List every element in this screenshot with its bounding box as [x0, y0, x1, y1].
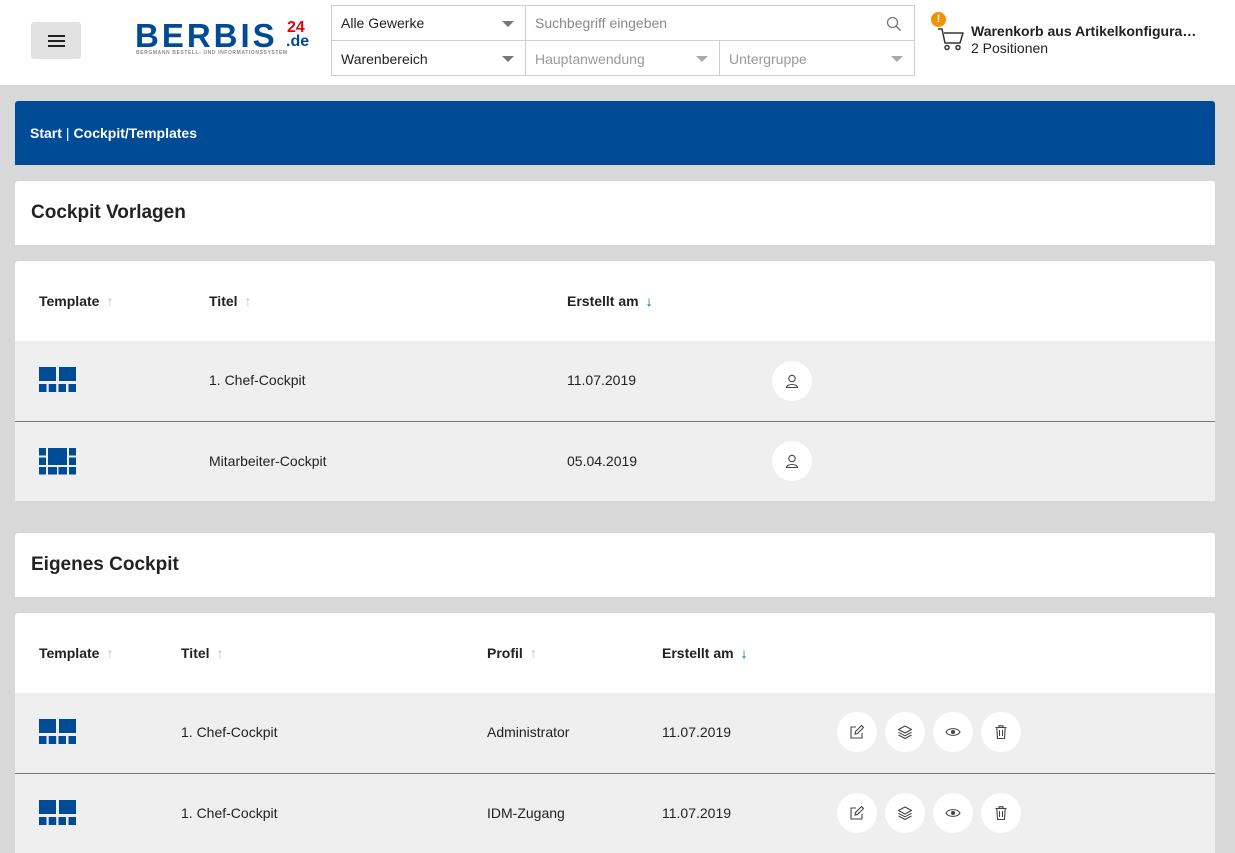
user-icon: [785, 454, 799, 469]
trash-icon: [995, 725, 1007, 740]
warenbereich-select-value: Warenbereich: [341, 50, 428, 67]
cell-erstellt: 11.07.2019: [662, 805, 732, 821]
logo-tld: .de: [286, 33, 310, 50]
hauptanwendung-placeholder: Hauptanwendung: [535, 50, 645, 67]
cell-profil: IDM-Zugang: [487, 805, 565, 821]
layout-2-large-4-small-icon: [39, 800, 76, 825]
layout-2-large-4-small-icon: [39, 719, 76, 744]
table-row[interactable]: 1. Chef-Cockpit 11.07.2019: [15, 341, 1215, 421]
top-header: BERBIS 24 .de BERGMANN BESTELL- UND INFO…: [0, 0, 1235, 85]
layers-icon: [897, 725, 913, 740]
layout-2-large-4-small-icon: [39, 367, 76, 392]
cell-titel: Mitarbeiter-Cockpit: [209, 453, 327, 469]
column-header-erstellt[interactable]: Erstellt am ↓: [567, 293, 653, 309]
column-header-template[interactable]: Template ↑: [39, 293, 113, 309]
edit-button[interactable]: [837, 793, 877, 833]
layers-icon: [897, 806, 913, 821]
search-input[interactable]: Suchbegriff eingeben: [526, 6, 914, 41]
column-header-titel[interactable]: Titel ↑: [181, 645, 224, 661]
berbis-logo[interactable]: BERBIS 24 .de BERGMANN BESTELL- UND INFO…: [135, 17, 313, 62]
chevron-down-icon: [502, 56, 514, 62]
breadcrumb-separator: |: [65, 125, 70, 141]
layout-grid-center-icon: [39, 448, 76, 475]
search-icon[interactable]: [886, 16, 902, 32]
layers-button[interactable]: [885, 793, 925, 833]
preview-button[interactable]: [933, 712, 973, 752]
table-row[interactable]: 1. Chef-Cockpit Administrator 11.07.2019: [15, 693, 1215, 773]
edit-icon: [850, 805, 865, 820]
cell-titel: 1. Chef-Cockpit: [209, 372, 306, 388]
untergruppe-select[interactable]: Untergruppe: [720, 41, 914, 76]
sort-arrow-up-icon: ↑: [106, 645, 114, 661]
sort-arrow-up-icon: ↑: [216, 645, 224, 661]
search-input-placeholder: Suchbegriff eingeben: [535, 15, 668, 31]
gewerke-select[interactable]: Alle Gewerke: [332, 6, 526, 41]
user-icon: [785, 374, 799, 389]
section-title-vorlagen: Cockpit Vorlagen: [15, 181, 1215, 245]
cart-warning-badge: !: [931, 12, 946, 27]
assign-user-button[interactable]: [772, 361, 812, 401]
hamburger-bar: [47, 39, 65, 42]
eye-icon: [945, 728, 961, 736]
column-header-titel[interactable]: Titel ↑: [209, 293, 252, 309]
delete-button[interactable]: [981, 712, 1021, 752]
edit-button[interactable]: [837, 712, 877, 752]
sort-arrow-up-icon: ↑: [244, 293, 252, 309]
layers-button[interactable]: [885, 712, 925, 752]
column-header-template[interactable]: Template ↑: [39, 645, 113, 661]
sort-arrow-down-icon: ↓: [740, 645, 748, 661]
preview-button[interactable]: [933, 793, 973, 833]
column-header-label: Erstellt am: [567, 293, 639, 309]
cart-positions: 2 Positionen: [971, 40, 1049, 56]
edit-icon: [850, 724, 865, 739]
column-header-label: Erstellt am: [662, 645, 734, 661]
column-header-label: Profil: [487, 645, 523, 661]
logo-wordmark: BERBIS: [135, 17, 278, 54]
sort-arrow-down-icon: ↓: [645, 293, 653, 309]
table-row[interactable]: 1. Chef-Cockpit IDM-Zugang 11.07.2019: [15, 773, 1215, 853]
eigenes-table-header: Template ↑ Titel ↑ Profil ↑ Erstellt am …: [15, 613, 1215, 693]
column-header-label: Template: [39, 293, 100, 309]
cell-profil: Administrator: [487, 724, 570, 740]
untergruppe-placeholder: Untergruppe: [729, 50, 807, 67]
hauptanwendung-select[interactable]: Hauptanwendung: [526, 41, 720, 76]
section-title-eigenes: Eigenes Cockpit: [15, 533, 1215, 597]
column-header-label: Template: [39, 645, 100, 661]
cell-erstellt: 11.07.2019: [567, 372, 637, 388]
breadcrumb: Start | Cockpit/Templates: [15, 101, 1215, 165]
delete-button[interactable]: [981, 793, 1021, 833]
sort-arrow-up-icon: ↑: [529, 645, 537, 661]
logo-subtitle: BERGMANN BESTELL- UND INFORMATIONSSYSTEM: [136, 50, 288, 56]
cell-titel: 1. Chef-Cockpit: [181, 724, 278, 740]
cell-erstellt: 11.07.2019: [662, 724, 732, 740]
shopping-cart-icon: [938, 28, 964, 51]
vorlagen-table-header: Template ↑ Titel ↑ Erstellt am ↓: [15, 261, 1215, 341]
assign-user-button[interactable]: [772, 441, 812, 481]
trash-icon: [995, 806, 1007, 821]
chevron-down-icon: [696, 56, 708, 62]
chevron-down-icon: [502, 21, 514, 27]
column-header-label: Titel: [181, 645, 210, 661]
breadcrumb-home[interactable]: Start: [30, 125, 62, 141]
hamburger-bar: [47, 34, 65, 37]
sort-arrow-up-icon: ↑: [106, 293, 114, 309]
gewerke-select-value: Alle Gewerke: [341, 15, 425, 31]
warenbereich-select[interactable]: Warenbereich: [332, 41, 526, 76]
cell-erstellt: 05.04.2019: [567, 453, 638, 469]
column-header-profil[interactable]: Profil ↑: [487, 645, 537, 661]
column-header-erstellt[interactable]: Erstellt am ↓: [662, 645, 748, 661]
cart-title: Warenkorb aus Artikelkonfigurati...: [971, 23, 1199, 39]
hamburger-bar: [47, 44, 65, 47]
table-row[interactable]: Mitarbeiter-Cockpit 05.04.2019: [15, 421, 1215, 501]
eye-icon: [945, 809, 961, 817]
column-header-label: Titel: [209, 293, 238, 309]
product-search-panel: Alle Gewerke Suchbegriff eingeben Warenb…: [331, 5, 915, 76]
breadcrumb-current: Cockpit/Templates: [73, 125, 197, 141]
cell-titel: 1. Chef-Cockpit: [181, 805, 278, 821]
cart-widget[interactable]: ! Warenkorb aus Artikelkonfigurati... 2 …: [929, 10, 1219, 60]
hamburger-menu-button[interactable]: [31, 22, 81, 59]
chevron-down-icon: [891, 56, 903, 62]
